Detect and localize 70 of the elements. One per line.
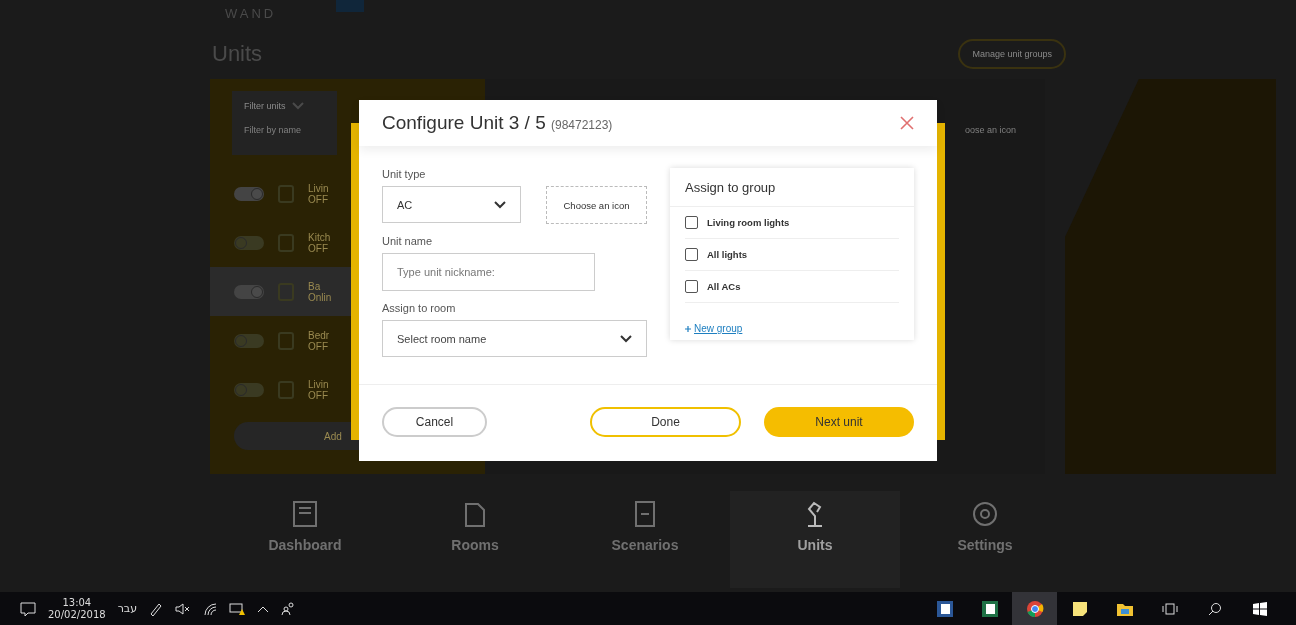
unit-status: Onlin xyxy=(308,291,332,303)
checkbox[interactable] xyxy=(685,280,698,293)
unit-name: Livin xyxy=(308,182,329,194)
taskbar-app-button[interactable] xyxy=(1012,592,1057,625)
checkbox[interactable] xyxy=(685,216,698,229)
nav-tab[interactable]: Units xyxy=(730,491,900,588)
group-label[interactable]: Living room lights xyxy=(707,217,790,228)
field-label: Assign to room xyxy=(382,302,457,314)
logo-block xyxy=(336,0,365,12)
caret-up-icon[interactable] xyxy=(257,604,270,613)
group-card-title: Assign to group xyxy=(685,179,776,195)
unit-status: OFF xyxy=(308,389,329,401)
checkbox[interactable] xyxy=(685,248,698,261)
pen-icon[interactable] xyxy=(149,601,164,616)
unit-name: Bedr xyxy=(308,329,330,341)
unit-name-field[interactable]: Type unit nickname: xyxy=(382,253,595,291)
task-view-icon[interactable] xyxy=(1161,601,1178,616)
dashboard-icon xyxy=(290,499,320,529)
group-label[interactable]: All lights xyxy=(707,249,748,260)
toggle-switch[interactable] xyxy=(234,333,264,348)
folder-icon xyxy=(1116,603,1133,616)
choose-icon-button[interactable]: Choose an icon xyxy=(546,186,647,224)
circle-icon xyxy=(970,499,1000,529)
toggle-switch[interactable] xyxy=(234,186,264,201)
spreadsheet-app-icon xyxy=(981,600,998,617)
device-icon xyxy=(278,184,294,203)
device-icon xyxy=(278,331,294,350)
muted-speaker-icon[interactable] xyxy=(175,601,192,616)
room-select[interactable]: Select room name xyxy=(382,320,647,357)
device-icon xyxy=(278,233,294,252)
field-label: Unit type xyxy=(382,168,427,180)
people-icon[interactable] xyxy=(281,601,296,616)
unit-type-select[interactable]: AC xyxy=(382,186,521,223)
unit-name: Ba xyxy=(308,280,322,292)
group-label[interactable]: All ACs xyxy=(707,281,741,292)
unit-status: OFF xyxy=(308,193,329,205)
chevron-down-icon xyxy=(291,102,304,110)
battery-warning-icon[interactable] xyxy=(229,601,246,616)
done-button[interactable]: Done xyxy=(590,407,741,437)
unit-status: OFF xyxy=(308,242,329,254)
filter-label[interactable]: Filter units xyxy=(244,101,286,111)
browser-app-icon xyxy=(1026,600,1043,617)
filter-placeholder[interactable]: Filter by name xyxy=(244,125,325,135)
toggle-switch[interactable] xyxy=(234,382,264,397)
new-group-link[interactable]: New group xyxy=(694,323,743,334)
notification-icon[interactable] xyxy=(20,600,36,617)
close-icon[interactable] xyxy=(899,115,915,131)
chevron-down-icon xyxy=(620,334,632,343)
manage-groups-button[interactable]: Manage unit groups xyxy=(958,39,1066,69)
sticky-note-icon xyxy=(1072,601,1087,616)
windows-icon[interactable] xyxy=(1252,601,1267,616)
clock-date: 20/02/2018 xyxy=(48,608,106,621)
icon-hint: oose an icon xyxy=(965,125,1017,135)
device-icon xyxy=(278,380,294,399)
dialog-title: Configure Unit 3 / 5 (98472123) xyxy=(382,112,613,134)
document-app-icon xyxy=(936,600,953,617)
language-indicator[interactable]: עבר xyxy=(117,602,138,615)
clock-time: 13:04 xyxy=(62,596,92,609)
cancel-button[interactable]: Cancel xyxy=(382,407,487,437)
wifi-icon[interactable] xyxy=(203,601,218,616)
unit-name: Kitch xyxy=(308,231,331,243)
search-icon[interactable] xyxy=(1207,601,1222,616)
next-unit-button[interactable]: Next unit xyxy=(764,407,914,437)
plus-icon xyxy=(685,325,691,332)
field-label: Unit name xyxy=(382,235,434,247)
toggle-switch[interactable] xyxy=(234,235,264,250)
toggle-switch[interactable] xyxy=(234,284,264,299)
unit-name: Livin xyxy=(308,378,329,390)
unit-status: OFF xyxy=(308,340,329,352)
chevron-down-icon xyxy=(494,200,506,209)
